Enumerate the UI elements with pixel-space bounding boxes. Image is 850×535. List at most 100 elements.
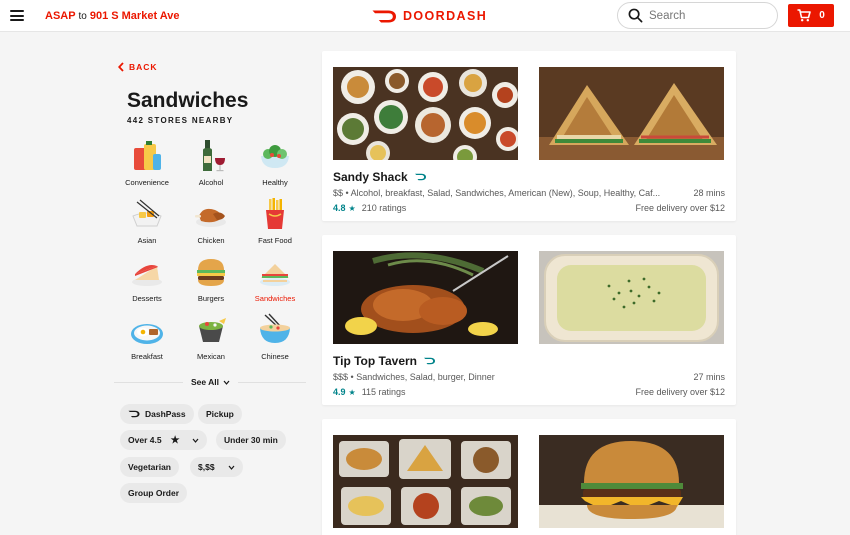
category-label: Breakfast	[131, 352, 163, 361]
category-alcohol[interactable]: Alcohol	[179, 138, 243, 187]
chevron-down-icon	[223, 380, 230, 385]
category-label: Asian	[137, 236, 157, 245]
back-button[interactable]: BACK	[118, 62, 158, 72]
ratings-count: 210 ratings	[361, 203, 407, 213]
doordash-logo-icon	[372, 10, 396, 22]
restaurant-name[interactable]: Tip Top Tavern	[333, 354, 436, 368]
cuisine-list: Sandwiches, Salad, burger, Dinner	[356, 372, 495, 382]
star-icon: ★	[348, 387, 356, 397]
ratings-count: 115 ratings	[361, 387, 406, 397]
category-sandwiches[interactable]: Sandwiches	[243, 254, 307, 303]
delivery-fee-info: Free delivery over $12	[635, 203, 725, 213]
category-convenience[interactable]: Convenience	[115, 138, 179, 187]
category-label: Desserts	[132, 294, 162, 303]
price-filter[interactable]: $,$$	[190, 457, 243, 477]
category-chinese[interactable]: Chinese	[243, 312, 307, 361]
category-label: Convenience	[125, 178, 169, 187]
food-trays-photo[interactable]	[333, 435, 518, 528]
chevron-down-icon	[192, 438, 199, 443]
star-icon: ★	[170, 434, 180, 446]
restaurant-card[interactable]: Sandy Shack $$ • Alcohol, breakfast, Sal…	[322, 51, 736, 221]
group-order-label: Group Order	[128, 488, 180, 498]
price-range: $$$	[333, 372, 349, 382]
restaurant-rating: 4.9 ★ 115 ratings	[333, 387, 406, 397]
fried-chicken-photo[interactable]	[333, 251, 518, 344]
rating-filter[interactable]: Over 4.5 ★	[120, 430, 207, 450]
desserts-icon	[132, 265, 162, 286]
doordash-logo[interactable]: DOORDASH	[372, 6, 487, 26]
healthy-icon	[261, 145, 289, 168]
burgers-icon	[197, 259, 225, 286]
category-label: Burgers	[197, 294, 225, 303]
food-spread-photo[interactable]	[333, 67, 518, 160]
cart-count: 0	[819, 10, 825, 21]
pickup-label: Pickup	[206, 409, 234, 419]
category-label: Chinese	[261, 352, 289, 361]
delivery-time: 28 mins	[693, 188, 725, 198]
delivery-address[interactable]: ASAP to 901 S Market Ave	[45, 10, 180, 22]
category-label: Sandwiches	[254, 294, 296, 303]
search-bar[interactable]	[617, 2, 778, 29]
panini-photo[interactable]	[539, 67, 724, 160]
breakfast-icon	[131, 324, 163, 344]
menu-icon[interactable]	[10, 10, 24, 21]
stores-nearby-count: 442 STORES NEARBY	[127, 116, 234, 125]
rating-filter-label: Over 4.5	[128, 435, 162, 445]
chevron-left-icon	[118, 62, 124, 72]
under-30-min-label: Under 30 min	[224, 435, 278, 445]
dashpass-filter[interactable]: DashPass	[120, 404, 194, 424]
search-input[interactable]	[649, 9, 769, 22]
category-mexican[interactable]: Mexican	[179, 312, 243, 361]
chicken-icon	[195, 208, 226, 227]
delivery-fee-info: Free delivery over $12	[635, 387, 725, 397]
rating-value: 4.8	[333, 203, 346, 213]
restaurant-cuisines: $$ • Alcohol, breakfast, Salad, Sandwich…	[333, 188, 661, 198]
category-burgers[interactable]: Burgers	[179, 254, 243, 303]
category-breakfast[interactable]: Breakfast	[115, 312, 179, 361]
alcohol-icon	[203, 140, 225, 172]
vegetarian-filter[interactable]: Vegetarian	[120, 457, 179, 477]
category-healthy[interactable]: Healthy	[243, 138, 307, 187]
dashpass-label: DashPass	[145, 409, 186, 419]
chinese-icon	[260, 313, 290, 343]
fast-food-icon	[266, 198, 284, 229]
category-label: Alcohol	[198, 178, 224, 187]
convenience-icon	[134, 141, 161, 170]
sidebar: BACK Sandwiches 442 STORES NEARBY Conven…	[110, 32, 310, 535]
restaurant-name[interactable]: Sandy Shack	[333, 170, 427, 184]
under-30-min-filter[interactable]: Under 30 min	[216, 430, 286, 450]
price-filter-label: $,$$	[198, 462, 215, 472]
category-desserts[interactable]: Desserts	[115, 254, 179, 303]
search-icon	[628, 8, 643, 23]
rating-value: 4.9	[333, 387, 346, 397]
logo-wordmark: DOORDASH	[403, 9, 488, 23]
cart-icon	[797, 9, 812, 22]
mexican-icon	[199, 318, 226, 342]
chevron-down-icon	[228, 465, 235, 470]
restaurant-card[interactable]: Tip Top Tavern $$$ • Sandwiches, Salad, …	[322, 235, 736, 405]
category-grid: Convenience Alcohol Healthy Asian Chicke…	[115, 138, 310, 361]
restaurant-name-text: Tip Top Tavern	[333, 354, 418, 368]
top-navigation-bar: ASAP to 901 S Market Ave DOORDASH 0	[0, 0, 850, 32]
restaurant-card[interactable]	[322, 419, 736, 535]
burger-photo[interactable]	[539, 435, 724, 528]
category-label: Healthy	[262, 178, 288, 187]
cuisine-list: Alcohol, breakfast, Salad, Sandwiches, A…	[350, 188, 661, 198]
back-label: BACK	[129, 62, 158, 72]
category-fast-food[interactable]: Fast Food	[243, 196, 307, 245]
address-value: 901 S Market Ave	[89, 10, 180, 22]
sandwiches-icon	[260, 264, 290, 286]
see-all-button[interactable]: See All	[183, 372, 239, 392]
cart-button[interactable]: 0	[788, 4, 834, 27]
soup-photo[interactable]	[539, 251, 724, 344]
group-order-filter[interactable]: Group Order	[120, 483, 188, 503]
restaurant-cuisines: $$$ • Sandwiches, Salad, burger, Dinner	[333, 372, 495, 382]
category-asian[interactable]: Asian	[115, 196, 179, 245]
star-icon: ★	[348, 203, 356, 213]
address-to-label: to	[78, 11, 87, 22]
asian-icon	[132, 199, 162, 227]
category-chicken[interactable]: Chicken	[179, 196, 243, 245]
delivery-time: 27 mins	[693, 372, 725, 382]
pickup-filter[interactable]: Pickup	[198, 404, 242, 424]
vegetarian-label: Vegetarian	[128, 462, 171, 472]
